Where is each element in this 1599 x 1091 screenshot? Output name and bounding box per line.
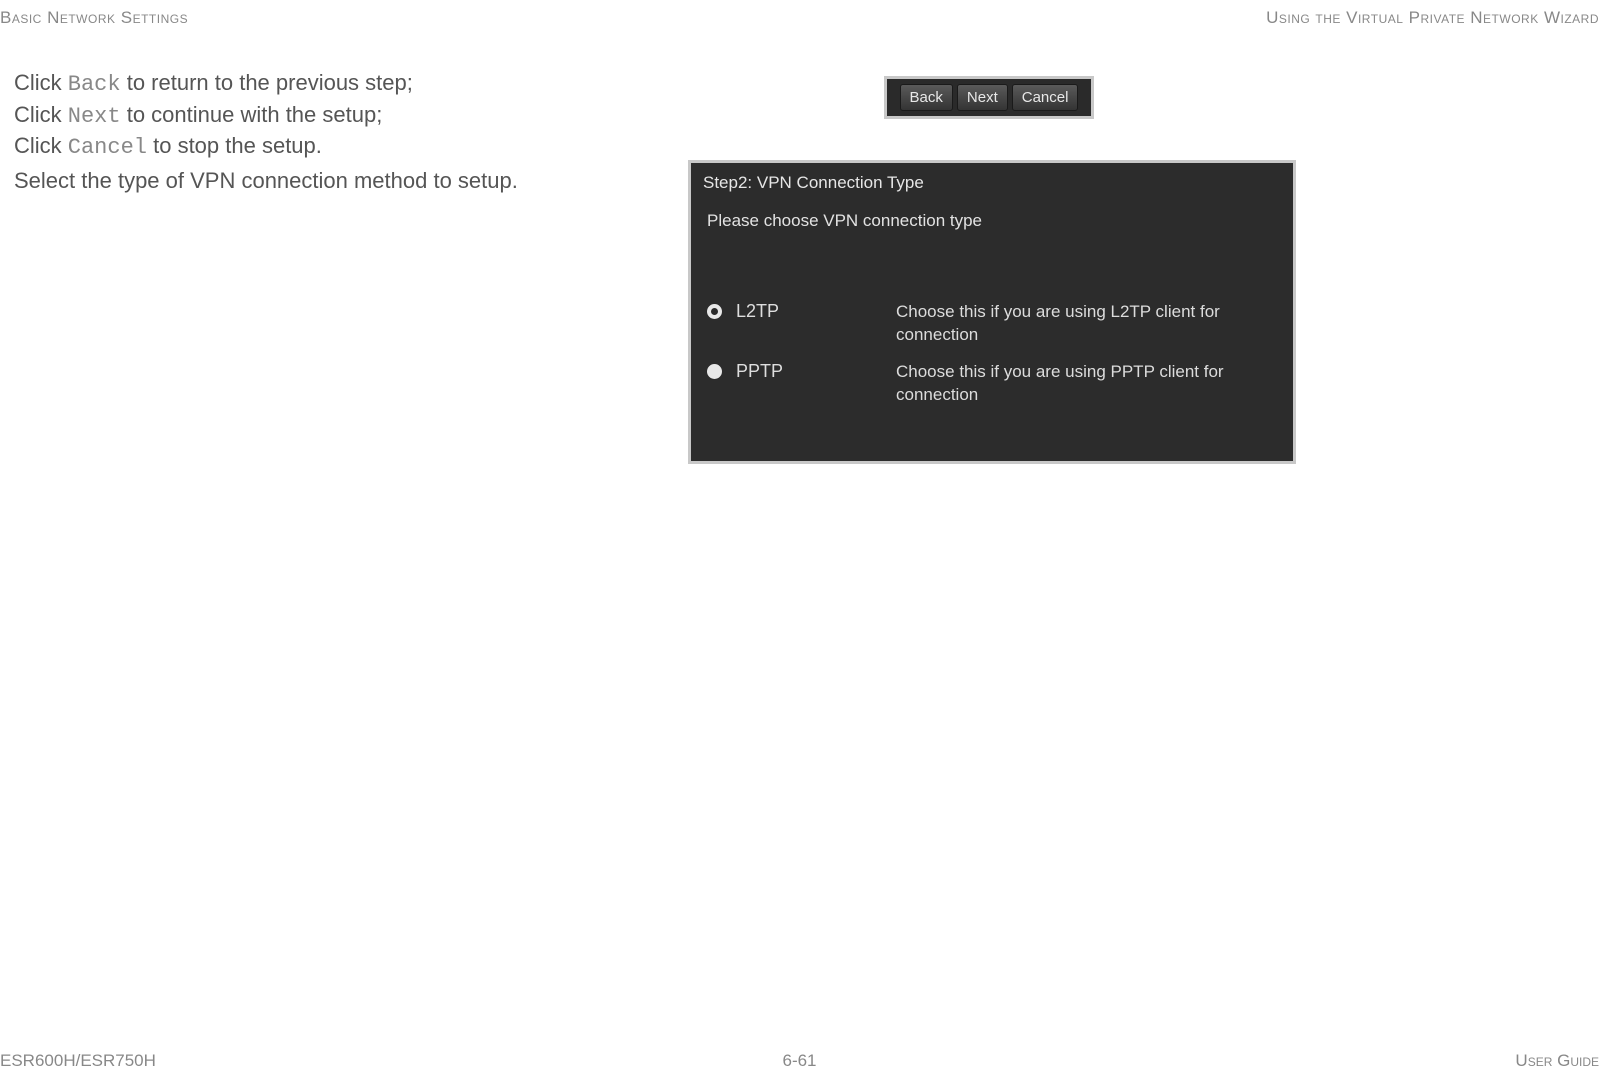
next-button[interactable]: Next [957, 84, 1008, 111]
text: Click [14, 102, 68, 127]
text: to stop the setup. [147, 133, 322, 158]
back-button[interactable]: Back [900, 84, 953, 111]
header-left: Basic Network Settings [0, 8, 188, 28]
next-command: Next [68, 104, 121, 129]
header-right: Using the Virtual Private Network Wizard [1266, 8, 1599, 28]
vpn-option-pptp[interactable]: PPTP Choose this if you are using PPTP c… [707, 361, 1281, 407]
radio-selected-icon [707, 304, 722, 319]
footer-guide-label: User Guide [1515, 1051, 1599, 1071]
text: to continue with the setup; [121, 102, 383, 127]
select-instruction: Select the type of VPN connection method… [14, 168, 518, 194]
wizard-button-bar: Back Next Cancel [884, 76, 1094, 119]
cancel-button[interactable]: Cancel [1012, 84, 1079, 111]
vpn-option-label: PPTP [736, 361, 896, 382]
instruction-line-3: Click Cancel to stop the setup. [14, 131, 413, 163]
instruction-line-1: Click Back to return to the previous ste… [14, 68, 413, 100]
instruction-block: Click Back to return to the previous ste… [14, 68, 413, 163]
cancel-command: Cancel [68, 135, 147, 160]
footer-model: ESR600H/ESR750H [0, 1051, 156, 1071]
wizard-subtitle: Please choose VPN connection type [707, 211, 1281, 231]
text: Click [14, 70, 68, 95]
back-command: Back [68, 72, 121, 97]
text: Click [14, 133, 68, 158]
vpn-wizard-panel: Step2: VPN Connection Type Please choose… [688, 160, 1296, 464]
text: to return to the previous step; [121, 70, 413, 95]
vpn-option-description: Choose this if you are using PPTP client… [896, 361, 1281, 407]
vpn-option-description: Choose this if you are using L2TP client… [896, 301, 1281, 347]
instruction-line-2: Click Next to continue with the setup; [14, 100, 413, 132]
vpn-option-label: L2TP [736, 301, 896, 322]
footer-page-number: 6-61 [782, 1051, 816, 1071]
vpn-option-l2tp[interactable]: L2TP Choose this if you are using L2TP c… [707, 301, 1281, 347]
radio-unselected-icon [707, 364, 722, 379]
wizard-step-title: Step2: VPN Connection Type [703, 173, 1281, 193]
